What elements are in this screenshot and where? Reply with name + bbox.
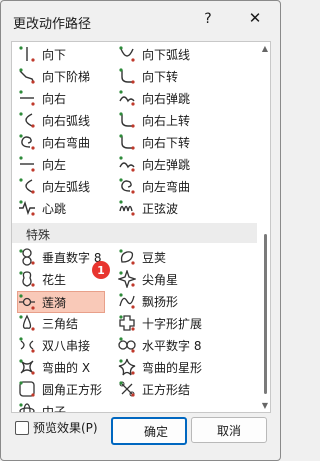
cancel-button[interactable]: 取消 (191, 417, 267, 443)
curvy-right-icon (18, 133, 36, 151)
figure-eight-vertical-icon (18, 248, 36, 266)
bounce-right-icon (118, 89, 136, 107)
top-item[interactable]: 向右上转 (118, 110, 238, 130)
cross-expand-icon (118, 314, 136, 332)
top-item-label: 向右弹跳 (142, 91, 191, 106)
stairs-down-icon (18, 67, 36, 85)
special-item[interactable]: 豆荚 (118, 247, 238, 267)
curved-star-icon (118, 358, 136, 376)
top-item[interactable]: 向下弧线 (118, 44, 238, 64)
section-label: 特殊 (26, 228, 51, 242)
preview-checkbox[interactable] (15, 421, 29, 435)
scroll-down-icon[interactable]: ▼ (262, 401, 268, 410)
square-knot-icon (118, 380, 136, 398)
ok-button[interactable]: 确定 (111, 417, 187, 445)
special-item-label: 十字形扩展 (142, 316, 203, 331)
neutron-icon (18, 402, 36, 412)
special-item[interactable]: 弯曲的星形 (118, 357, 238, 377)
sine-wave-icon (118, 199, 136, 217)
arc-right-icon (18, 111, 36, 129)
special-item[interactable]: 水平数字 8 (118, 335, 238, 355)
special-item-label: 豆荚 (142, 250, 167, 265)
special-item-label: 圆角正方形 (42, 382, 103, 397)
special-item-label: 三角结 (42, 316, 79, 331)
special-item-label: 双八串接 (42, 338, 91, 353)
special-item[interactable]: 十字形扩展 (118, 313, 238, 333)
double-eight-icon (18, 336, 36, 354)
top-item[interactable]: 向右弹跳 (118, 88, 238, 108)
help-icon[interactable]: ? (199, 11, 217, 27)
top-item-label: 向右上转 (142, 113, 191, 128)
turn-down-right-icon (118, 133, 136, 151)
arc-down-icon (118, 45, 136, 63)
ripple-icon (18, 293, 36, 311)
top-item-label: 向右弯曲 (42, 135, 91, 150)
special-item-label: 花生 (42, 272, 67, 287)
special-item-label: 弯曲的 X (42, 360, 91, 375)
arc-left-icon (18, 177, 36, 195)
top-item[interactable]: 正弦波 (118, 198, 238, 218)
arrow-left-icon (18, 155, 36, 173)
top-item-label: 向右下转 (142, 135, 191, 150)
peanut-icon (18, 270, 36, 288)
flag-wave-icon (118, 292, 136, 310)
top-item-label: 向右 (42, 91, 67, 106)
scrollbar[interactable]: ▲ ▼ (258, 42, 270, 412)
special-item[interactable]: 飘扬形 (118, 291, 238, 311)
turn-down-icon (118, 67, 136, 85)
special-item-label: 水平数字 8 (142, 338, 202, 353)
top-item-label: 向下阶梯 (42, 69, 91, 84)
change-motion-path-dialog: 更改动作路径 ? ✕ 向下 向下弧线向下阶梯 向下转向右 向右弹跳向右弧线 向右上转向右… (0, 0, 281, 461)
motion-path-list[interactable]: 向下 向下弧线向下阶梯 向下转向右 向右弹跳向右弧线 向右上转向右弯曲 向右下转向左 向左弹… (11, 41, 271, 413)
special-item-label: 莲漪 (42, 295, 67, 310)
preview-checkbox-label: 预览效果(P) (33, 421, 98, 435)
close-icon[interactable]: ✕ (244, 9, 266, 27)
top-item-label: 向右弧线 (42, 113, 91, 128)
turn-up-right-icon (118, 111, 136, 129)
top-item-label: 向左弹跳 (142, 157, 191, 172)
bounce-left-icon (118, 155, 136, 173)
top-item-label: 向下 (42, 47, 67, 62)
curvy-left-icon (118, 177, 136, 195)
arrow-right-icon (18, 89, 36, 107)
scroll-up-icon[interactable]: ▲ (262, 44, 268, 53)
arrow-down-icon (18, 45, 36, 63)
triangle-knot-icon (18, 314, 36, 332)
special-item-label: 飘扬形 (142, 294, 179, 309)
bean-icon (118, 248, 136, 266)
top-item[interactable]: 向右下转 (118, 132, 238, 152)
top-item[interactable]: 向左弯曲 (118, 176, 238, 196)
top-item[interactable]: 向下转 (118, 66, 238, 86)
section-header-special: 特殊 (12, 223, 257, 243)
figure-eight-horizontal-icon (118, 336, 136, 354)
title-bar: 更改动作路径 ? ✕ (1, 1, 280, 41)
special-item[interactable]: 正方形结 (118, 379, 238, 399)
top-item-label: 向下弧线 (142, 47, 191, 62)
special-item-label: 正方形结 (142, 382, 191, 397)
top-item-label: 向左弯曲 (142, 179, 191, 194)
special-item-label: 中子 (42, 404, 67, 413)
special-item[interactable]: 中子 (18, 401, 138, 413)
special-item[interactable]: 尖角星 (118, 269, 238, 289)
top-item-label: 向左 (42, 157, 67, 172)
curved-x-icon (18, 358, 36, 376)
top-item[interactable]: 向左弹跳 (118, 154, 238, 174)
special-item-label: 尖角星 (142, 272, 179, 287)
step-badge-1: 1 (92, 261, 110, 279)
top-item-label: 心跳 (42, 201, 67, 216)
top-item-label: 向左弧线 (42, 179, 91, 194)
pointed-star-icon (118, 270, 136, 288)
special-item-label: 弯曲的星形 (142, 360, 203, 375)
dialog-title: 更改动作路径 (13, 17, 92, 32)
top-item-label: 正弦波 (142, 201, 179, 216)
ok-button-label: 确定 (143, 424, 168, 439)
special-item[interactable]: 莲漪 (17, 291, 105, 313)
top-item-label: 向下转 (142, 69, 179, 84)
special-item-label: 垂直数字 8 (42, 250, 102, 265)
rounded-square-icon (18, 380, 36, 398)
heartbeat-icon (18, 199, 36, 217)
scroll-thumb[interactable] (264, 234, 267, 394)
